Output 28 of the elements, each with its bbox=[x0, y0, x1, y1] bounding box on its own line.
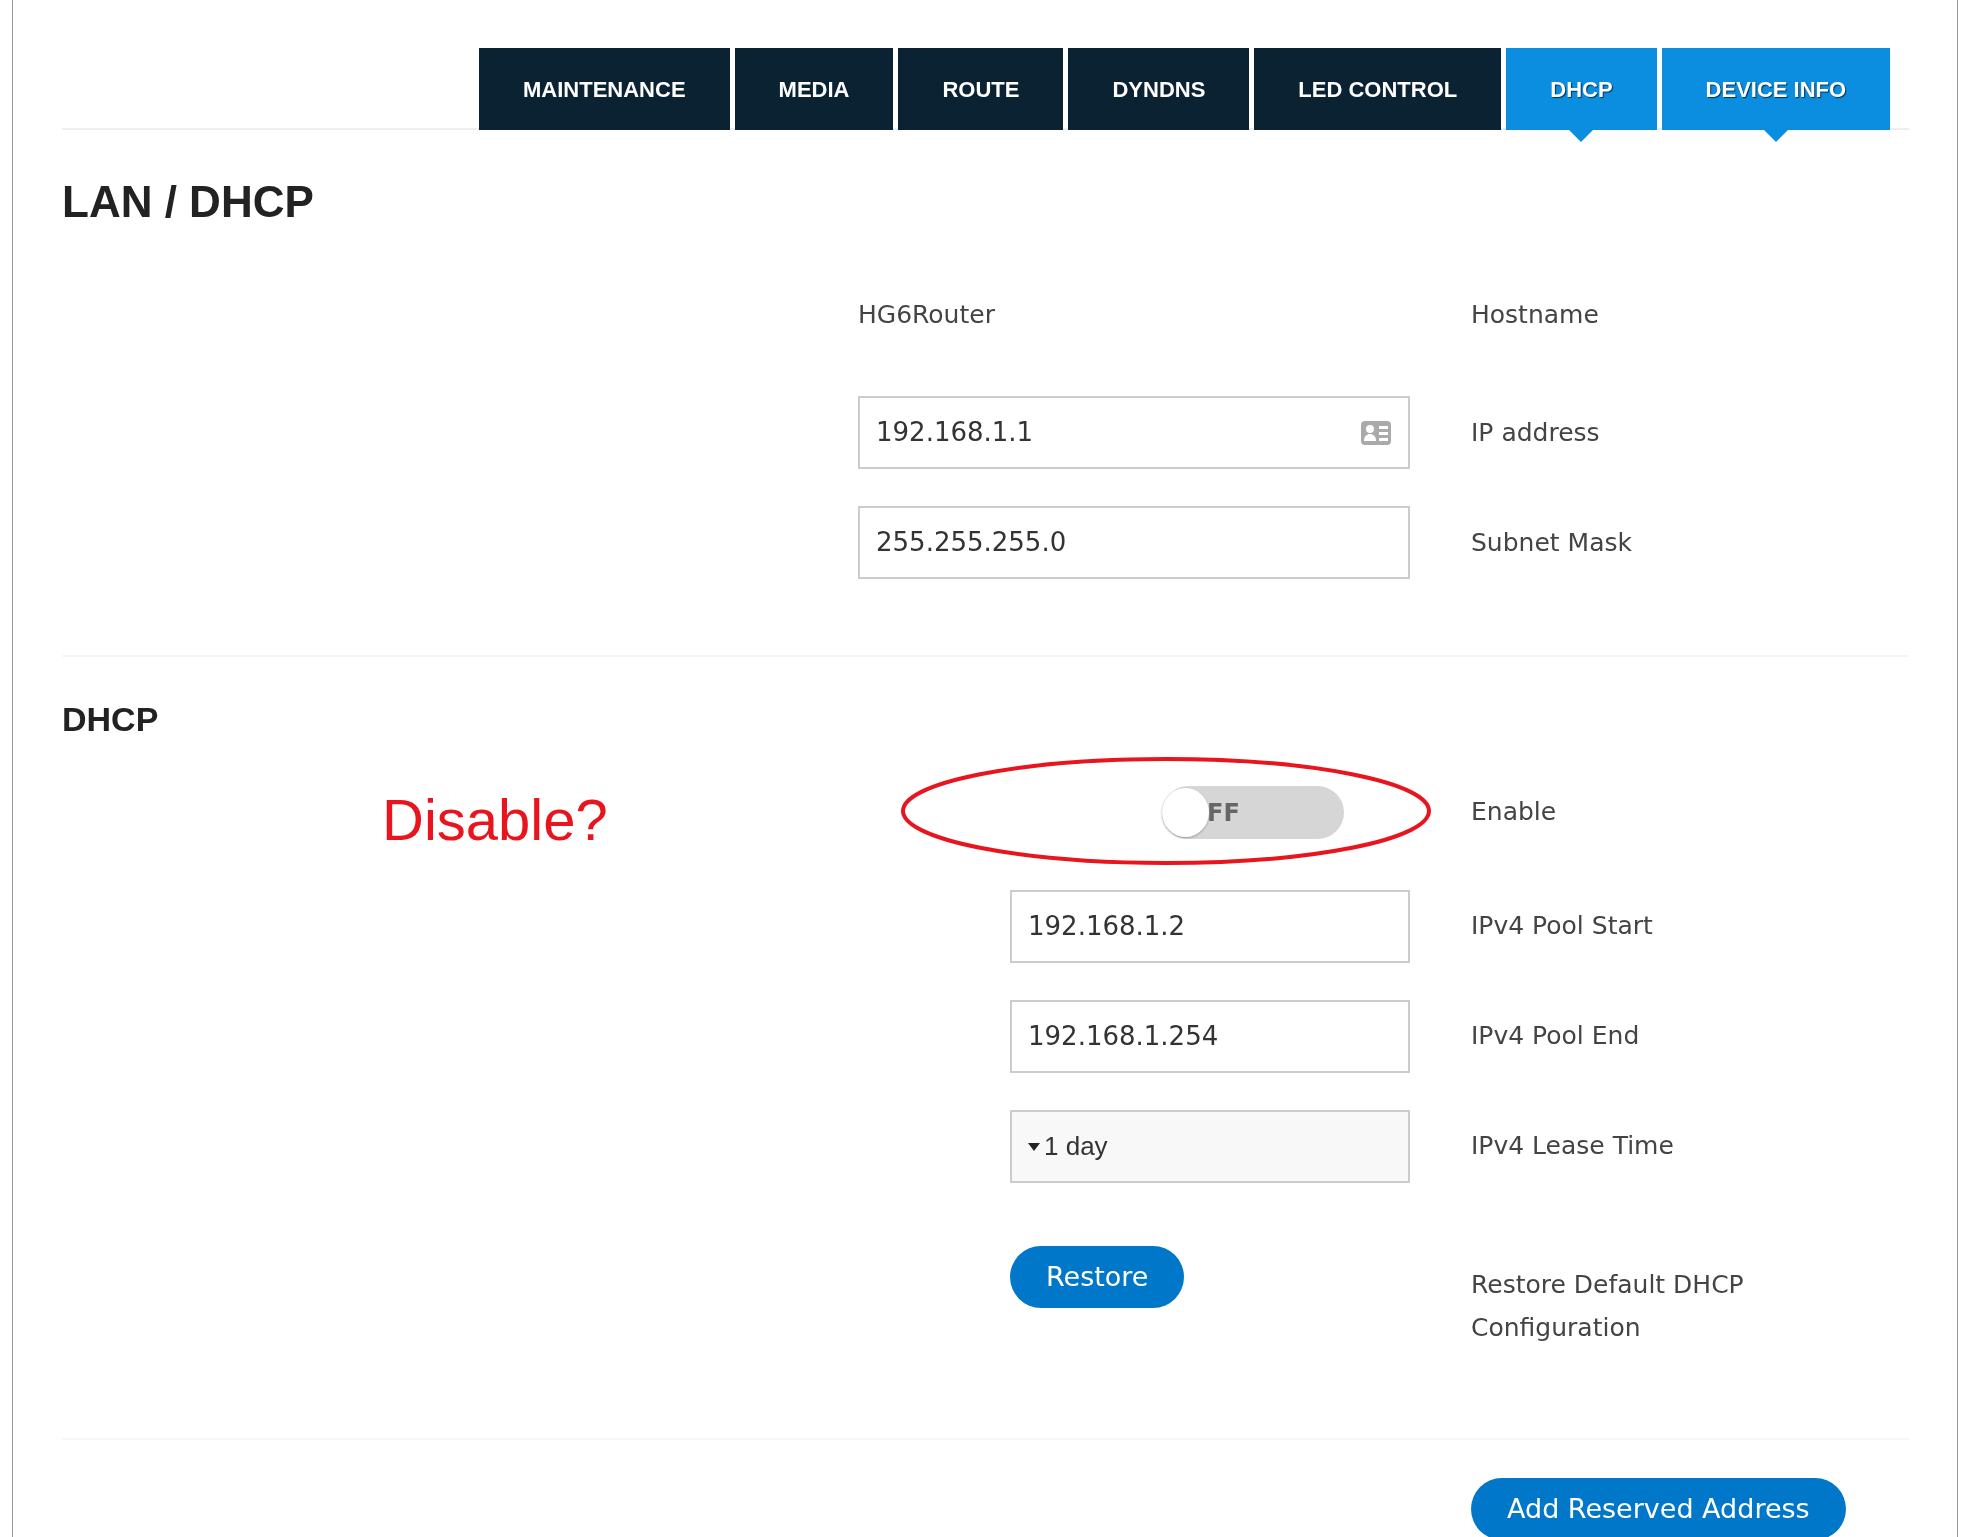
nav-tab[interactable]: DYNDNS bbox=[1068, 48, 1250, 130]
nav-tab[interactable]: MAINTENANCE bbox=[479, 48, 730, 130]
input-field[interactable]: 255.255.255.0 bbox=[858, 506, 1410, 580]
field-label: IPv4 Pool Start bbox=[1471, 910, 1653, 943]
annotation-text: Disable? bbox=[382, 786, 608, 855]
input-field[interactable]: 192.168.1.1 bbox=[858, 396, 1410, 470]
tab-pointer-icon bbox=[1569, 130, 1594, 142]
restore-button[interactable]: Restore bbox=[1010, 1246, 1185, 1309]
field-label: IP address bbox=[1471, 416, 1600, 449]
field-label: Hostname bbox=[1471, 298, 1599, 331]
dropdown-caret-icon[interactable] bbox=[1028, 1142, 1040, 1151]
toggle-switch[interactable]: FF bbox=[1162, 786, 1344, 840]
section-heading: DHCP bbox=[62, 699, 160, 741]
nav-tab[interactable]: LED CONTROL bbox=[1254, 48, 1502, 130]
add-reserved-address-button[interactable]: Add Reserved Address bbox=[1471, 1478, 1846, 1537]
field-label: IPv4 Lease Time bbox=[1471, 1130, 1674, 1163]
hostname-value: HG6Router bbox=[858, 299, 996, 332]
field-label: Subnet Mask bbox=[1471, 526, 1632, 559]
select-field[interactable]: 1 day bbox=[1010, 1110, 1410, 1184]
field-label: Enable bbox=[1471, 796, 1557, 829]
tab-pointer-icon bbox=[1763, 130, 1788, 142]
field-label: Restore Default DHCP Configuration bbox=[1471, 1269, 1745, 1344]
page-title: LAN / DHCP bbox=[62, 176, 315, 228]
input-field[interactable]: 192.168.1.2 bbox=[1010, 890, 1410, 964]
input-field[interactable]: 192.168.1.254 bbox=[1010, 1000, 1410, 1074]
nav-tab[interactable]: MEDIA bbox=[734, 48, 894, 130]
field-label: IPv4 Pool End bbox=[1471, 1020, 1640, 1053]
nav-tab[interactable]: ROUTE bbox=[898, 48, 1064, 130]
